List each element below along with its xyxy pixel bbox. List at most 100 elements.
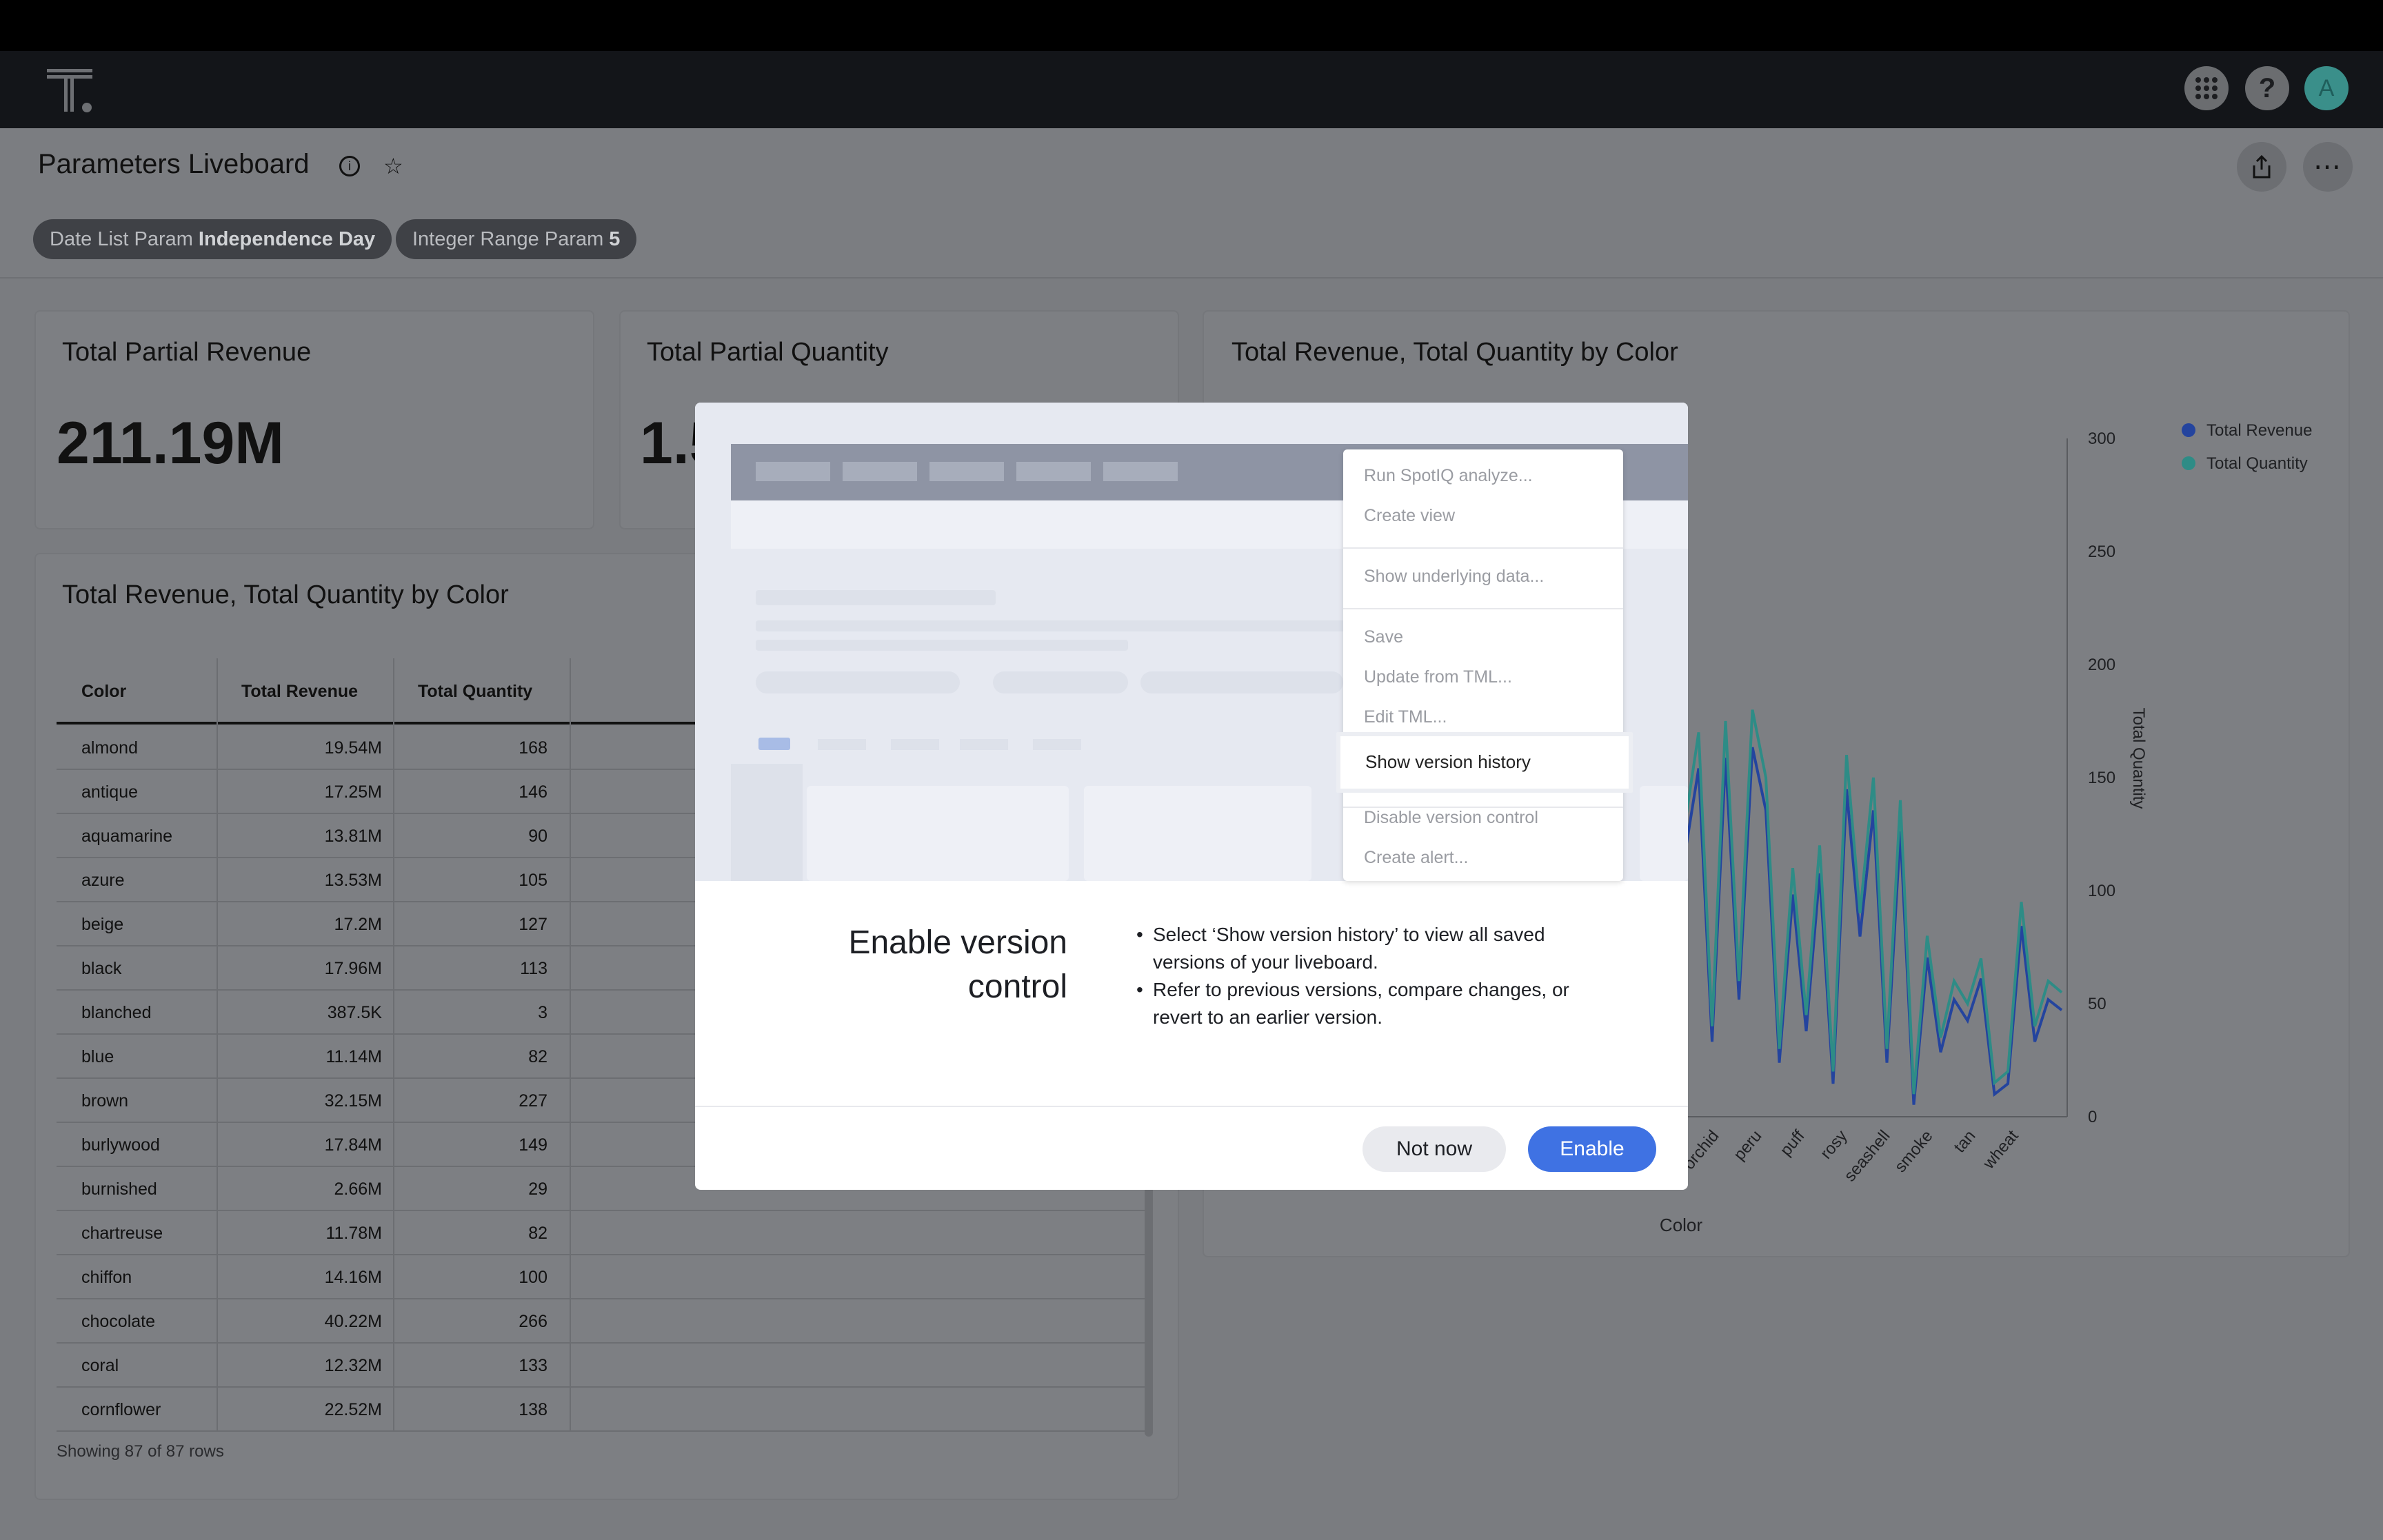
kpi-title: Total Partial Quantity [647, 338, 889, 367]
highlighted-menu-item: Show version history [1336, 732, 1633, 793]
table-row[interactable]: chiffon 14.16M 100 [57, 1254, 1146, 1299]
row-count: Showing 87 of 87 rows [57, 1442, 224, 1461]
table-row[interactable]: chartreuse 11.78M 82 [57, 1210, 1146, 1255]
cell-quantity: 29 [528, 1179, 547, 1199]
menu-item: Show underlying data... [1364, 567, 1545, 586]
cell-color: beige [81, 915, 124, 934]
cell-color: blanched [81, 1003, 152, 1022]
column-header[interactable]: Color [81, 682, 126, 702]
x-tick-label: peru [1730, 1127, 1766, 1164]
cell-revenue: 2.66M [334, 1179, 382, 1199]
y-tick-label: 200 [2088, 656, 2115, 674]
table-row[interactable]: chocolate 40.22M 266 [57, 1298, 1146, 1344]
context-menu-illustration: Run SpotIQ analyze... Create view Show u… [1343, 449, 1623, 881]
menu-item: Create view [1364, 506, 1455, 525]
column-divider [217, 658, 218, 1430]
menu-item: Save [1364, 627, 1403, 647]
more-options-button[interactable]: ⋯ [2303, 142, 2353, 192]
bullet-item: Refer to previous versions, compare chan… [1136, 976, 1578, 1031]
cell-color: burnished [81, 1179, 157, 1199]
cell-revenue: 17.2M [334, 915, 382, 934]
cell-revenue: 11.78M [325, 1224, 382, 1243]
enable-button[interactable]: Enable [1528, 1126, 1656, 1172]
cell-color: chartreuse [81, 1224, 163, 1243]
cell-quantity: 227 [519, 1091, 547, 1111]
x-tick-label: rosy [1817, 1127, 1851, 1163]
cell-quantity: 3 [538, 1003, 547, 1022]
user-avatar[interactable]: A [2304, 66, 2349, 110]
enable-version-control-modal: Run SpotIQ analyze... Create view Show u… [695, 403, 1688, 1190]
cell-color: almond [81, 738, 138, 758]
cell-revenue: 32.15M [324, 1091, 382, 1111]
top-strip [0, 0, 2383, 51]
liveboard-title: Parameters Liveboard [38, 149, 310, 179]
table-row[interactable]: cornflower 22.52M 138 [57, 1386, 1146, 1432]
apps-grid-icon[interactable] [2184, 66, 2229, 110]
y-tick-label: 50 [2088, 995, 2107, 1013]
table-row[interactable]: coral 12.32M 133 [57, 1342, 1146, 1388]
help-icon[interactable]: ? [2245, 66, 2289, 110]
menu-item: Create alert... [1364, 848, 1469, 867]
y-tick-label: 0 [2088, 1108, 2097, 1126]
column-header[interactable]: Total Quantity [418, 682, 532, 702]
kpi-title: Total Partial Revenue [62, 338, 312, 367]
cell-color: aquamarine [81, 827, 173, 846]
cell-color: chiffon [81, 1268, 132, 1287]
cell-revenue: 19.54M [324, 738, 382, 758]
cell-revenue: 387.5K [327, 1003, 382, 1022]
x-tick-label: wheat [1979, 1126, 2022, 1173]
y-tick-label: 300 [2088, 429, 2115, 448]
cell-color: cornflower [81, 1400, 161, 1419]
illustration: Run SpotIQ analyze... Create view Show u… [695, 403, 1688, 881]
more-icon: ⋯ [2313, 152, 2342, 182]
modal-heading: Enable version control [848, 924, 1067, 1005]
cell-color: coral [81, 1356, 119, 1375]
cell-quantity: 82 [528, 1047, 547, 1066]
share-button[interactable] [2237, 142, 2286, 192]
share-icon [2253, 154, 2271, 179]
cell-revenue: 13.81M [324, 827, 382, 846]
menu-item: Run SpotIQ analyze... [1364, 466, 1533, 485]
app-logo[interactable] [46, 66, 98, 116]
cell-revenue: 13.53M [324, 871, 382, 890]
cell-color: black [81, 959, 122, 978]
star-icon[interactable]: ☆ [383, 153, 403, 179]
column-divider [393, 658, 394, 1430]
cell-revenue: 17.96M [324, 959, 382, 978]
top-navbar [0, 51, 2383, 128]
cell-quantity: 113 [520, 959, 547, 978]
cell-quantity: 146 [519, 782, 547, 802]
info-icon[interactable]: i [339, 156, 360, 176]
cell-quantity: 133 [519, 1356, 547, 1375]
menu-item: Update from TML... [1364, 667, 1512, 687]
legend-marker [2182, 423, 2195, 437]
cell-revenue: 22.52M [324, 1400, 382, 1419]
param-chip-integer[interactable]: Integer Range Param 5 [396, 219, 637, 259]
cell-quantity: 100 [519, 1268, 547, 1287]
cell-revenue: 12.32M [324, 1356, 382, 1375]
y-tick-label: 150 [2088, 769, 2115, 787]
menu-item: Edit TML... [1364, 707, 1447, 727]
table-title: Total Revenue, Total Quantity by Color [62, 580, 509, 609]
cell-quantity: 168 [519, 738, 547, 758]
cell-revenue: 11.14M [325, 1047, 382, 1066]
x-tick-label: seashell [1840, 1127, 1893, 1186]
cell-color: chocolate [81, 1312, 156, 1331]
column-header[interactable]: Total Revenue [241, 682, 358, 702]
not-now-button[interactable]: Not now [1363, 1126, 1506, 1172]
cell-quantity: 105 [519, 871, 547, 890]
cell-quantity: 266 [519, 1312, 547, 1331]
x-tick-label: smoke [1891, 1127, 1936, 1177]
chart-title: Total Revenue, Total Quantity by Color [1231, 338, 1678, 367]
modal-footer-divider [695, 1106, 1688, 1107]
x-tick-label: tan [1950, 1127, 1979, 1157]
column-divider [570, 658, 571, 1430]
cell-color: brown [81, 1091, 129, 1111]
cell-revenue: 17.84M [324, 1135, 382, 1155]
param-chip-date[interactable]: Date List Param Independence Day [33, 219, 392, 259]
cell-quantity: 138 [519, 1400, 547, 1419]
modal-bullets: Select ‘Show version history’ to view al… [1136, 921, 1578, 1031]
cell-color: azure [81, 871, 125, 890]
legend-label: Total Revenue [2206, 421, 2312, 440]
kpi-value: 211.19M [57, 410, 284, 476]
